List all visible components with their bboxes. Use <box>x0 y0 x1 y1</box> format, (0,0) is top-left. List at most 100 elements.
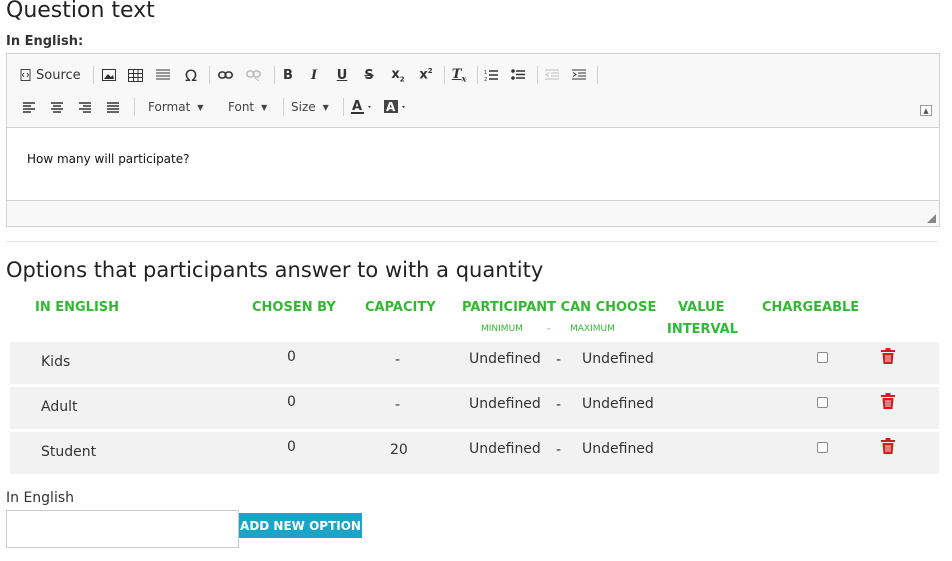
background-color-icon: A <box>384 100 405 114</box>
toolbar-separator <box>343 98 344 116</box>
table-row: Adult 0 - Undefined - Undefined <box>10 387 939 429</box>
maximum-value: Undefined <box>582 396 654 412</box>
decrease-indent-button[interactable] <box>544 65 560 85</box>
table-row: Student 0 20 Undefined - Undefined <box>10 432 939 474</box>
chargeable-checkbox[interactable] <box>817 442 828 453</box>
options-heading: Options that participants answer to with… <box>6 258 544 282</box>
editor-status-bar <box>7 200 939 226</box>
chevron-down-icon: ▼ <box>197 102 204 112</box>
numbered-list-button[interactable]: 12 <box>483 65 499 85</box>
bold-icon: B <box>283 67 293 83</box>
strikethrough-icon: S <box>364 67 374 83</box>
align-left-button[interactable] <box>22 97 36 117</box>
svg-text:1: 1 <box>484 70 487 76</box>
toolbar-separator <box>274 66 275 84</box>
toolbar-separator <box>209 66 210 84</box>
editor-toolbar: Source Ω B I U S x2 x2 Tx 12 Format ▼ Fo… <box>7 54 939 128</box>
unlink-icon <box>245 70 261 81</box>
column-header-participant-can-choose: PARTICIPANT CAN CHOOSE <box>462 300 657 315</box>
toolbar-separator <box>93 66 94 84</box>
new-option-input[interactable] <box>6 510 239 548</box>
align-center-icon <box>51 101 63 113</box>
align-center-button[interactable] <box>50 97 64 117</box>
source-icon <box>20 69 31 81</box>
column-header-chosen-by: CHOSEN BY <box>252 300 336 315</box>
strikethrough-button[interactable]: S <box>361 65 377 85</box>
decrease-indent-icon <box>545 69 559 80</box>
option-name: Adult <box>41 399 78 415</box>
bulleted-list-button[interactable] <box>510 65 526 85</box>
range-separator: - <box>556 442 562 458</box>
font-dropdown-label: Font <box>228 100 255 114</box>
svg-text:A: A <box>386 100 396 114</box>
increase-indent-button[interactable] <box>571 65 587 85</box>
remove-format-icon: Tx <box>451 66 467 84</box>
subscript-button[interactable]: x2 <box>389 65 407 85</box>
superscript-icon: x2 <box>419 67 433 83</box>
table-row: Kids 0 - Undefined - Undefined <box>10 342 939 384</box>
align-left-icon <box>23 101 35 113</box>
editor-language-label: In English: <box>6 34 84 49</box>
superscript-button[interactable]: x2 <box>417 65 435 85</box>
maximum-value: Undefined <box>582 351 654 367</box>
toolbar-separator <box>134 98 135 116</box>
chevron-down-icon: ▼ <box>322 102 329 112</box>
source-label: Source <box>36 67 81 83</box>
link-button[interactable] <box>216 65 234 85</box>
trash-icon[interactable] <box>881 348 895 364</box>
editor-content-text: How many will participate? <box>27 152 190 166</box>
collapse-arrow-icon: ▲ <box>923 106 929 115</box>
underline-button[interactable]: U <box>334 65 350 85</box>
justify-button[interactable] <box>106 97 120 117</box>
resize-handle-icon[interactable] <box>927 214 936 223</box>
trash-icon[interactable] <box>881 438 895 454</box>
toolbar-separator <box>597 66 598 84</box>
text-color-button[interactable]: A <box>351 97 375 117</box>
editor-content-area[interactable]: How many will participate? <box>7 129 939 199</box>
option-name: Kids <box>41 354 71 370</box>
numbered-list-icon: 12 <box>484 70 498 82</box>
bulleted-list-icon <box>511 69 525 80</box>
toolbar-separator <box>537 66 538 84</box>
background-color-button[interactable]: A <box>384 97 408 117</box>
special-char-button[interactable]: Ω <box>182 65 200 85</box>
horizontal-line-button[interactable] <box>155 65 171 85</box>
capacity-value: - <box>395 352 401 368</box>
column-header-interval: INTERVAL <box>667 322 738 337</box>
capacity-value: - <box>395 397 401 413</box>
bold-button[interactable]: B <box>280 65 296 85</box>
column-header-capacity: CAPACITY <box>365 300 436 315</box>
maximum-value: Undefined <box>582 441 654 457</box>
column-subheader-maximum: MAXIMUM <box>570 324 615 334</box>
italic-icon: I <box>310 67 318 83</box>
column-header-value: VALUE <box>678 300 725 315</box>
unlink-button[interactable] <box>244 65 262 85</box>
collapse-toolbar-button[interactable]: ▲ <box>920 105 932 116</box>
table-button[interactable] <box>127 65 143 85</box>
size-dropdown-label: Size <box>291 100 316 114</box>
new-option-language-label: In English <box>6 490 75 506</box>
size-dropdown[interactable]: Size ▼ <box>291 97 329 117</box>
format-dropdown-label: Format <box>148 100 191 114</box>
image-button[interactable] <box>101 65 117 85</box>
chargeable-checkbox[interactable] <box>817 397 828 408</box>
font-dropdown[interactable]: Font ▼ <box>228 97 267 117</box>
align-right-icon <box>79 101 91 113</box>
text-color-icon: A <box>351 99 371 114</box>
column-header-language: IN ENGLISH <box>35 300 120 315</box>
format-dropdown[interactable]: Format ▼ <box>148 97 203 117</box>
minimum-value: Undefined <box>469 441 541 457</box>
minimum-value: Undefined <box>469 396 541 412</box>
chosen-by-count: 0 <box>287 439 296 455</box>
toolbar-separator <box>444 66 445 84</box>
remove-format-button[interactable]: Tx <box>450 65 468 85</box>
chosen-by-count: 0 <box>287 349 296 365</box>
chevron-down-icon: ▼ <box>261 102 268 112</box>
add-new-option-button[interactable]: ADD NEW OPTION <box>239 513 362 538</box>
chargeable-checkbox[interactable] <box>817 352 828 363</box>
table-icon <box>127 68 143 82</box>
source-button[interactable]: Source <box>20 65 81 85</box>
trash-icon[interactable] <box>881 393 895 409</box>
align-right-button[interactable] <box>78 97 92 117</box>
italic-button[interactable]: I <box>306 65 322 85</box>
